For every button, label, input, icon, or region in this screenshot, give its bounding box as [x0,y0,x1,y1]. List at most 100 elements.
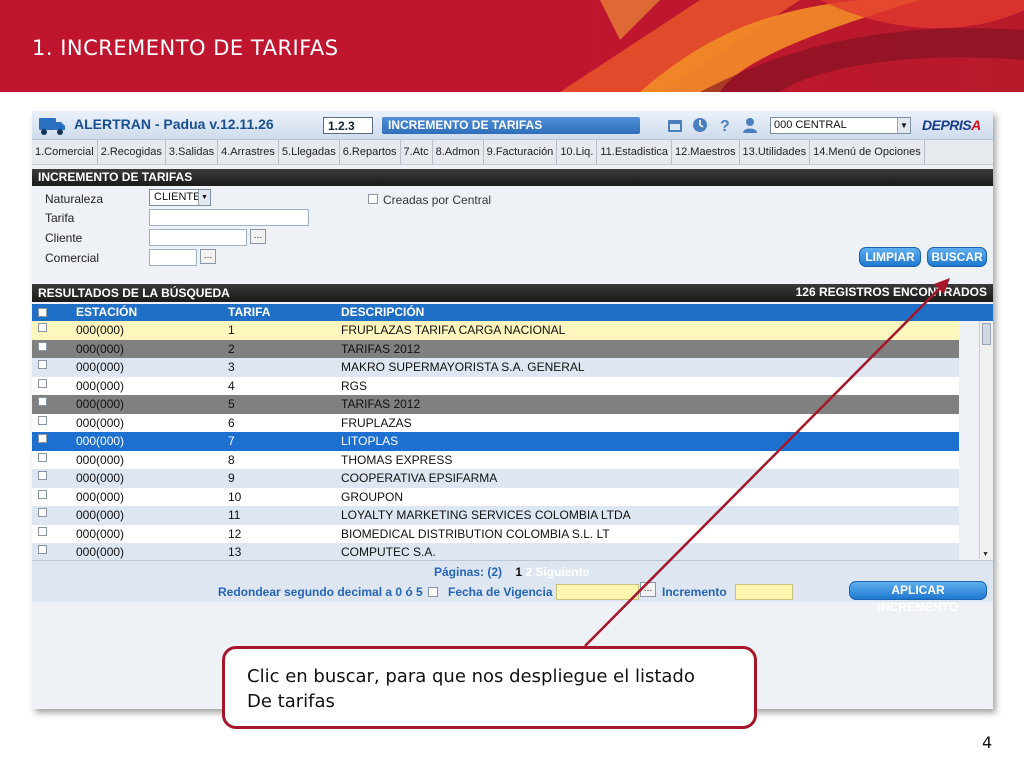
menu-item-comercial[interactable]: 1.Comercial [32,140,98,165]
cliente-input[interactable] [149,229,247,246]
table-row[interactable]: 000(000) 6 FRUPLAZAS [32,413,959,432]
row-checkbox[interactable] [38,489,47,499]
menu-item-arrastres[interactable]: 4.Arrastres [218,140,279,165]
row-checkbox[interactable] [38,397,47,406]
table-row[interactable]: 000(000) 7 LITOPLAS [32,432,959,451]
menu-item-utilidades[interactable]: 13.Utilidades [740,140,811,165]
row-checkbox[interactable] [38,471,47,480]
row-checkbox[interactable] [38,434,47,443]
table-row[interactable]: 000(000) 2 TARIFAS 2012 [32,339,959,358]
row-checkbox[interactable] [38,415,47,425]
menu-item-menu-opciones[interactable]: 14.Menú de Opciones [810,140,925,165]
cliente-lookup-button[interactable]: … [250,229,266,244]
calendar-icon[interactable] [666,116,684,134]
naturaleza-select[interactable]: CLIENTE ▼ [149,189,211,206]
incremento-label: Incremento [662,585,727,599]
table-row[interactable]: 000(000) 3 MAKRO SUPERMAYORISTA S.A. GENER… [32,358,959,377]
comercial-lookup-button[interactable]: … [200,249,216,264]
table-row[interactable]: 000(000) 12 BIOMEDICAL DISTRIBUTION COLOMB… [32,524,959,543]
app-name: ALERTRAN - Padua v.12.11.26 [74,116,274,132]
redondear-checkbox[interactable] [428,587,438,597]
row-checkbox[interactable] [38,526,47,536]
scroll-down-icon[interactable]: ▼ [982,551,989,558]
table-row[interactable]: 000(000) 10 GROUPON [32,487,959,506]
menu-item-llegadas[interactable]: 5.Llegadas [279,140,340,165]
table-row[interactable]: 000(000) 4 RGS [32,376,959,395]
menu-item-admon[interactable]: 8.Admon [433,140,484,165]
user-icon[interactable] [741,116,759,134]
comercial-input[interactable] [149,249,197,266]
row-checkbox[interactable] [38,323,47,332]
scrollbar-thumb[interactable] [982,323,991,345]
chevron-down-icon: ▼ [198,190,210,205]
row-checkbox[interactable] [38,508,47,517]
page-2-link[interactable]: 2 [525,565,532,579]
slide-header: 1. INCREMENTO DE TARIFAS [0,0,1024,92]
results-grid-header: ESTACIÓN TARIFA DESCRIPCIÓN [32,304,993,321]
cell-estacion: 000(000) [76,508,125,522]
menu-item-repartos[interactable]: 6.Repartos [340,140,401,165]
cell-descripcion: TARIFAS 2012 [341,341,421,356]
results-title: RESULTADOS DE LA BÚSQUEDA [38,286,230,300]
center-select[interactable]: 000 CENTRAL ▼ [770,117,911,134]
menu-item-salidas[interactable]: 3.Salidas [166,140,219,165]
aplicar-incremento-button[interactable]: APLICAR INCREMENTO [849,581,987,614]
clock-icon[interactable] [691,116,709,134]
pages-label: Páginas: (2) [434,565,503,579]
row-checkbox[interactable] [38,452,47,462]
table-row[interactable]: 000(000) 8 THOMAS EXPRESS [32,450,959,469]
table-row[interactable]: 000(000) 11 LOYALTY MARKETING SERVICES COL… [32,506,959,525]
cell-tarifa: 8 [228,452,235,467]
column-header-estacion[interactable]: ESTACIÓN [76,305,137,319]
menu-item-maestros[interactable]: 12.Maestros [672,140,740,165]
menu-item-facturacion[interactable]: 9.Facturación [484,140,558,165]
tarifa-input[interactable] [149,209,309,226]
creadas-central-checkbox[interactable] [368,194,378,204]
cell-tarifa: 3 [228,360,235,374]
results-scrollbar[interactable]: ▼ [979,321,993,559]
cell-descripcion: BIOMEDICAL DISTRIBUTION COLOMBIA S.L. LT [341,526,610,541]
help-icon[interactable]: ? [716,116,734,134]
menu-item-estadistica[interactable]: 11.Estadistica [597,140,673,165]
next-page-link[interactable]: Siguiente [535,565,589,579]
cell-tarifa: 7 [228,434,235,448]
select-all-checkbox[interactable] [38,308,47,317]
row-checkbox[interactable] [38,360,47,369]
menu-item-recogidas[interactable]: 2.Recogidas [98,140,166,165]
table-row[interactable]: 000(000) 1 FRUPLAZAS TARIFA CARGA NACIONAL [32,321,959,340]
incremento-input[interactable] [735,584,793,600]
cell-descripcion: RGS [341,378,368,393]
screen-code-field[interactable]: 1.2.3 [323,117,373,134]
limpiar-button[interactable]: LIMPIAR [859,247,921,267]
naturaleza-label: Naturaleza [45,192,104,206]
cell-estacion: 000(000) [76,397,125,411]
menu-item-liq[interactable]: 10.Liq. [557,140,598,165]
cell-estacion: 000(000) [76,471,125,485]
fecha-picker-button[interactable]: … [640,582,656,597]
row-checkbox[interactable] [38,341,47,351]
cell-estacion: 000(000) [76,545,125,559]
cell-descripcion: COOPERATIVA EPSIFARMA [341,471,498,485]
table-row[interactable]: 000(000) 5 TARIFAS 2012 [32,395,959,414]
cell-tarifa: 1 [228,323,235,337]
cell-tarifa: 11 [228,508,241,522]
column-header-descripcion[interactable]: DESCRIPCIÓN [341,305,424,319]
buscar-button[interactable]: BUSCAR [927,247,987,267]
row-checkbox[interactable] [38,378,47,388]
row-checkbox[interactable] [38,545,47,554]
chevron-down-icon: ▼ [897,118,910,133]
cell-tarifa: 12 [228,526,242,541]
cell-tarifa: 5 [228,397,235,411]
cell-descripcion: LITOPLAS [341,434,399,448]
table-row[interactable]: 000(000) 13 COMPUTEC S.A. [32,543,959,561]
table-row[interactable]: 000(000) 9 COOPERATIVA EPSIFARMA [32,469,959,488]
menu-item-atc[interactable]: 7.Atc [401,140,433,165]
cell-descripcion: FRUPLAZAS TARIFA CARGA NACIONAL [341,323,566,337]
cell-estacion: 000(000) [76,415,125,430]
results-footer: Páginas: (2) 1 2 Siguiente Redondear seg… [32,560,993,614]
fecha-vigencia-label: Fecha de Vigencia [448,585,553,599]
column-header-tarifa[interactable]: TARIFA [228,305,270,319]
center-select-value: 000 CENTRAL [774,119,847,131]
pagination: Páginas: (2) 1 2 Siguiente [434,565,589,579]
fecha-vigencia-input[interactable] [556,584,639,600]
